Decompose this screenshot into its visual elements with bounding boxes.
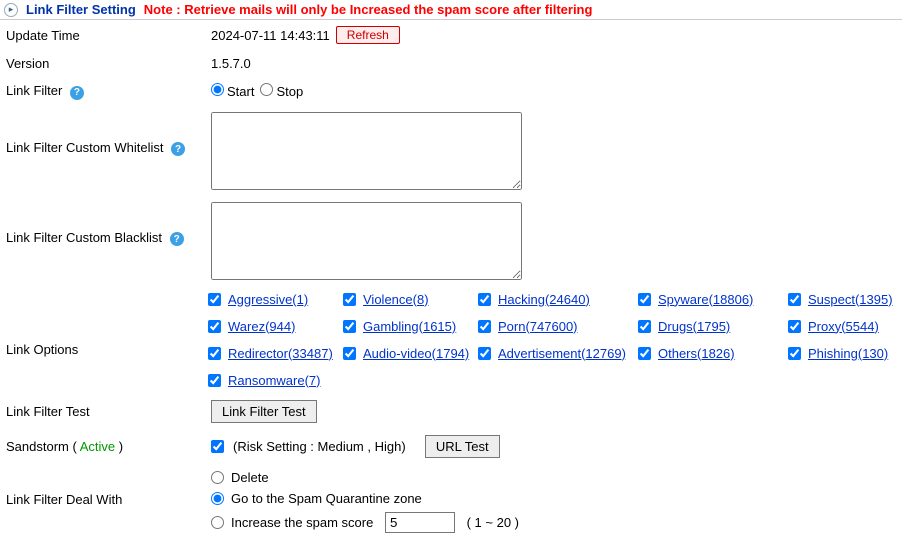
option-checkbox[interactable]: [478, 347, 491, 360]
option-link[interactable]: Spyware(18806): [658, 292, 753, 307]
header-note: Note : Retrieve mails will only be Incre…: [144, 2, 593, 17]
help-icon[interactable]: ?: [170, 232, 184, 246]
radio-stop-label: Stop: [276, 84, 303, 99]
option-link[interactable]: Porn(747600): [498, 319, 578, 334]
spam-score-input[interactable]: [385, 512, 455, 533]
link-filter-test-button[interactable]: Link Filter Test: [211, 400, 317, 423]
radio-increase[interactable]: [211, 516, 224, 529]
help-icon[interactable]: ?: [70, 86, 84, 100]
label-deal-with: Link Filter Deal With: [4, 470, 211, 507]
option-link[interactable]: Phishing(130): [808, 346, 888, 361]
option-link[interactable]: Advertisement(12769): [498, 346, 626, 361]
radio-stop-wrap[interactable]: Stop: [260, 83, 303, 99]
option-checkbox[interactable]: [208, 293, 221, 306]
option-checkbox[interactable]: [343, 293, 356, 306]
radio-quarantine[interactable]: [211, 492, 224, 505]
label-link-filter-test: Link Filter Test: [4, 404, 211, 419]
option-checkbox[interactable]: [478, 320, 491, 333]
option-link[interactable]: Warez(944): [228, 319, 295, 334]
sandstorm-paren: ( Active ): [73, 439, 124, 454]
option-link[interactable]: Suspect(1395): [808, 292, 893, 307]
radio-delete-label: Delete: [231, 470, 269, 485]
link-option: Redirector(33487): [208, 346, 343, 361]
link-options-grid: Aggressive(1) Violence(8) Hacking(24640) Sp…: [208, 292, 898, 388]
link-option: Spyware(18806): [638, 292, 788, 307]
link-option: Drugs(1795): [638, 319, 788, 334]
help-icon[interactable]: ?: [171, 142, 185, 156]
option-checkbox[interactable]: [788, 347, 801, 360]
link-option: Others(1826): [638, 346, 788, 361]
option-link[interactable]: Ransomware(7): [228, 373, 320, 388]
label-version: Version: [4, 56, 211, 71]
spam-score-range: ( 1 ~ 20 ): [467, 515, 519, 530]
option-checkbox[interactable]: [478, 293, 491, 306]
option-link[interactable]: Drugs(1795): [658, 319, 730, 334]
label-blacklist: Link Filter Custom Blacklist: [6, 230, 162, 245]
label-whitelist: Link Filter Custom Whitelist: [6, 140, 163, 155]
link-option: Gambling(1615): [343, 319, 478, 334]
label-link-options: Link Options: [4, 292, 208, 357]
refresh-button[interactable]: Refresh: [336, 26, 400, 44]
link-option: Proxy(5544): [788, 319, 898, 334]
value-version: 1.5.7.0: [211, 56, 251, 71]
radio-quarantine-label: Go to the Spam Quarantine zone: [231, 491, 422, 506]
link-option: Violence(8): [343, 292, 478, 307]
radio-delete[interactable]: [211, 471, 224, 484]
url-test-button[interactable]: URL Test: [425, 435, 500, 458]
option-link[interactable]: Aggressive(1): [228, 292, 308, 307]
whitelist-textarea[interactable]: [211, 112, 522, 190]
option-link[interactable]: Hacking(24640): [498, 292, 590, 307]
option-link[interactable]: Violence(8): [363, 292, 429, 307]
label-sandstorm: Sandstorm: [6, 439, 69, 454]
blacklist-textarea[interactable]: [211, 202, 522, 280]
option-checkbox[interactable]: [638, 347, 651, 360]
radio-start[interactable]: [211, 83, 224, 96]
option-link[interactable]: Redirector(33487): [228, 346, 333, 361]
link-option: Hacking(24640): [478, 292, 638, 307]
option-checkbox[interactable]: [638, 320, 651, 333]
option-link[interactable]: Audio-video(1794): [363, 346, 469, 361]
option-checkbox[interactable]: [343, 320, 356, 333]
risk-setting-text: (Risk Setting : Medium , High): [233, 439, 406, 454]
option-checkbox[interactable]: [208, 320, 221, 333]
label-link-filter: Link Filter: [6, 83, 62, 98]
radio-start-label: Start: [227, 84, 254, 99]
radio-start-wrap[interactable]: Start: [211, 83, 254, 99]
option-checkbox[interactable]: [208, 374, 221, 387]
option-link[interactable]: Gambling(1615): [363, 319, 456, 334]
sandstorm-checkbox[interactable]: [211, 440, 224, 453]
option-link[interactable]: Proxy(5544): [808, 319, 879, 334]
link-option: Advertisement(12769): [478, 346, 638, 361]
option-link[interactable]: Others(1826): [658, 346, 735, 361]
link-option: Aggressive(1): [208, 292, 343, 307]
link-option: Phishing(130): [788, 346, 898, 361]
radio-increase-label: Increase the spam score: [231, 515, 373, 530]
link-option: Ransomware(7): [208, 373, 343, 388]
option-checkbox[interactable]: [343, 347, 356, 360]
option-checkbox[interactable]: [788, 320, 801, 333]
sandstorm-status: Active: [80, 439, 115, 454]
label-update-time: Update Time: [4, 28, 211, 43]
radio-stop[interactable]: [260, 83, 273, 96]
link-option: Audio-video(1794): [343, 346, 478, 361]
option-checkbox[interactable]: [788, 293, 801, 306]
value-update-time: 2024-07-11 14:43:11: [211, 28, 330, 43]
section-title: Link Filter Setting: [26, 2, 136, 17]
expand-icon[interactable]: ▸: [4, 3, 18, 17]
option-checkbox[interactable]: [638, 293, 651, 306]
link-option: Suspect(1395): [788, 292, 898, 307]
option-checkbox[interactable]: [208, 347, 221, 360]
link-option: Warez(944): [208, 319, 343, 334]
link-option: Porn(747600): [478, 319, 638, 334]
